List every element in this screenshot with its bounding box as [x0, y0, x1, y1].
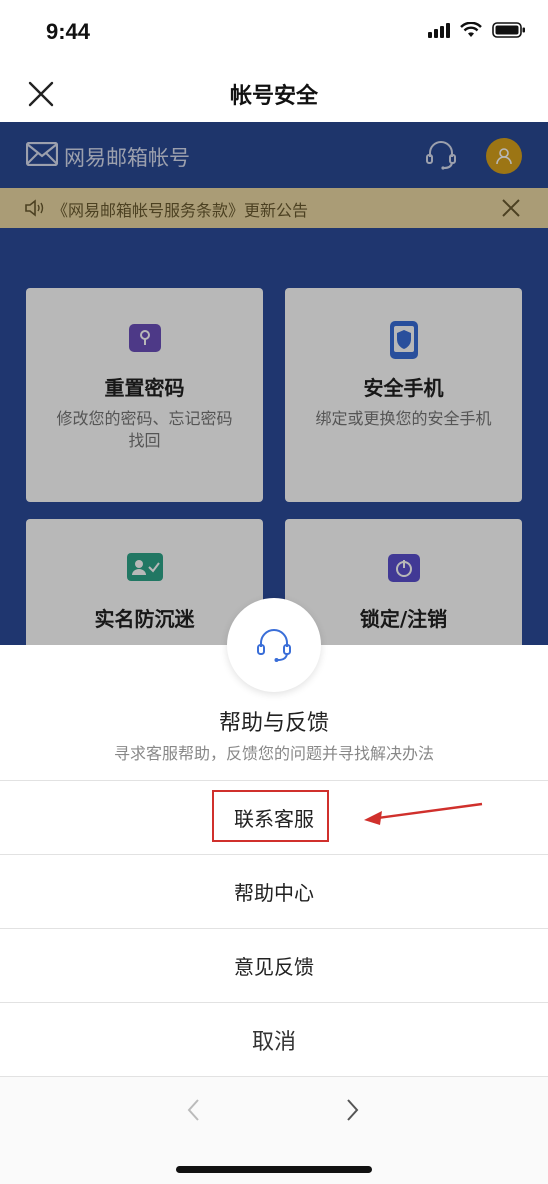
status-bar: 9:44: [0, 0, 548, 64]
status-time: 9:44: [46, 19, 91, 44]
arrow-annotation: [364, 802, 483, 825]
feedback-button[interactable]: 意见反馈: [0, 928, 548, 1002]
help-badge: [227, 598, 321, 692]
option-label: 意见反馈: [234, 955, 314, 979]
nav-bar: 帐号安全: [0, 64, 548, 122]
option-label: 帮助中心: [234, 881, 314, 905]
battery-icon: [492, 22, 525, 38]
highlight-box: [212, 790, 329, 842]
status-icons: [428, 22, 526, 38]
signal-icon: [428, 22, 450, 38]
option-label: 取消: [251, 1029, 296, 1055]
chevron-left-icon[interactable]: [184, 1097, 204, 1123]
sheet-subtitle: 寻求客服帮助，反馈您的问题并寻找解决办法: [113, 744, 434, 763]
home-indicator: [176, 1166, 372, 1173]
chevron-right-icon[interactable]: [342, 1097, 362, 1123]
headset-icon: [257, 629, 291, 662]
page-title: 帐号安全: [229, 84, 318, 109]
cancel-button[interactable]: 取消: [0, 1002, 548, 1076]
help-center-button[interactable]: 帮助中心: [0, 854, 548, 928]
wifi-icon: [460, 22, 482, 37]
sheet-title: 帮助与反馈: [218, 711, 329, 736]
